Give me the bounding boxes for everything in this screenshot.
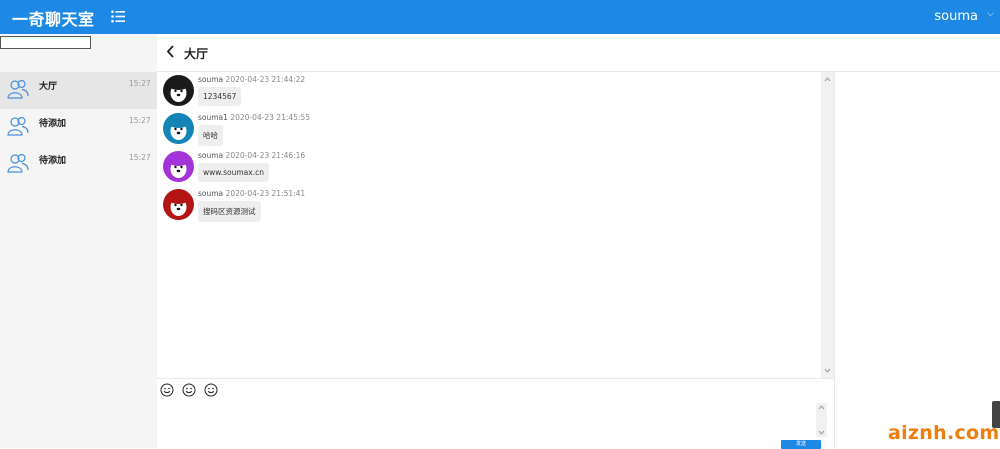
message-username: souma bbox=[198, 151, 224, 160]
input-scrollbar[interactable] bbox=[816, 403, 827, 437]
conversation-name: 大厅 bbox=[39, 82, 58, 92]
message-meta: souma 2020-04-23 21:44:22 bbox=[198, 75, 305, 84]
chat-header: 大厅 bbox=[157, 34, 1000, 72]
watermark: aiznh.com bbox=[888, 422, 1000, 444]
room-title: 大厅 bbox=[184, 47, 209, 61]
group-icon bbox=[7, 116, 29, 136]
message-input[interactable] bbox=[159, 399, 804, 441]
brand-title: 一奇聊天室 bbox=[12, 10, 95, 29]
conversation-item[interactable]: 大厅 15:27 bbox=[0, 72, 157, 109]
conversation-time: 15:27 bbox=[129, 153, 151, 162]
group-icon bbox=[7, 153, 29, 173]
conversation-item[interactable]: 待添加 15:27 bbox=[0, 146, 157, 183]
smiley-icon[interactable] bbox=[160, 383, 174, 397]
conversation-time: 15:27 bbox=[129, 79, 151, 88]
message-composer: 发送 bbox=[157, 378, 834, 449]
message-item: souma 2020-04-23 21:51:41 搜码区资源测试 bbox=[163, 189, 663, 223]
avatar[interactable] bbox=[163, 151, 194, 182]
avatar[interactable] bbox=[163, 113, 194, 144]
message-username: souma bbox=[198, 75, 224, 84]
search-input[interactable] bbox=[0, 36, 91, 49]
message-meta: souma 2020-04-23 21:51:41 bbox=[198, 189, 305, 198]
conversation-name: 待添加 bbox=[39, 156, 67, 166]
conversation-sidebar: 大厅 15:27 待添加 15:27 待添加 15:27 bbox=[0, 34, 157, 448]
chevron-down-icon[interactable]: ⌵ bbox=[987, 9, 994, 19]
list-icon[interactable] bbox=[111, 10, 125, 23]
conversation-name: 待添加 bbox=[39, 119, 67, 129]
conversation-item[interactable]: 待添加 15:27 bbox=[0, 109, 157, 146]
message-item: souma 2020-04-23 21:44:22 1234567 bbox=[163, 75, 663, 109]
message-list: souma 2020-04-23 21:44:22 1234567 souma1… bbox=[157, 72, 821, 378]
message-time: 2020-04-23 21:51:41 bbox=[225, 189, 306, 198]
message-time: 2020-04-23 21:46:16 bbox=[225, 151, 306, 160]
message-item: souma1 2020-04-23 21:45:55 哈哈 bbox=[163, 113, 663, 147]
message-meta: souma 2020-04-23 21:46:16 bbox=[198, 151, 305, 160]
avatar[interactable] bbox=[163, 75, 194, 106]
conversation-time: 15:27 bbox=[129, 116, 151, 125]
message-bubble: 哈哈 bbox=[198, 125, 223, 146]
message-item: souma 2020-04-23 21:46:16 www.soumax.cn bbox=[163, 151, 663, 185]
message-bubble: 1234567 bbox=[198, 87, 242, 106]
message-username: souma bbox=[198, 189, 224, 198]
message-time: 2020-04-23 21:45:55 bbox=[230, 113, 310, 122]
group-icon bbox=[7, 79, 29, 99]
avatar[interactable] bbox=[163, 189, 194, 220]
smiley-icon[interactable] bbox=[182, 383, 196, 397]
scroll-down-icon[interactable] bbox=[824, 367, 831, 374]
right-panel bbox=[834, 72, 1000, 448]
message-username: souma1 bbox=[198, 113, 228, 122]
message-time: 2020-04-23 21:44:22 bbox=[225, 75, 306, 84]
message-bubble: www.soumax.cn bbox=[198, 163, 269, 182]
smiley-icon[interactable] bbox=[204, 383, 218, 397]
message-scrollbar[interactable] bbox=[821, 72, 834, 378]
chevron-left-icon[interactable] bbox=[166, 45, 175, 58]
message-bubble: 搜码区资源测试 bbox=[198, 201, 261, 222]
user-menu[interactable]: souma bbox=[934, 9, 978, 24]
top-navbar: 一奇聊天室 souma ⌵ bbox=[0, 0, 1000, 34]
scroll-up-icon[interactable] bbox=[824, 76, 831, 83]
message-meta: souma1 2020-04-23 21:45:55 bbox=[198, 113, 310, 122]
